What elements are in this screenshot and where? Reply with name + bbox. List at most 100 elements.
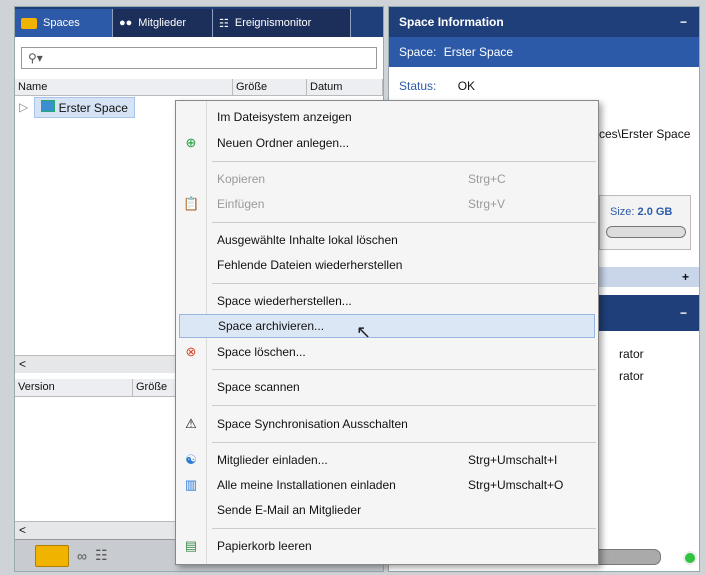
installation-icon: ▥ [184, 477, 198, 492]
menu-item-restore-missing[interactable]: Fehlende Dateien wiederherstellen [176, 253, 598, 277]
collapse-icon[interactable]: − [680, 7, 687, 37]
status-led-icon [683, 551, 697, 565]
menu-separator [212, 161, 596, 162]
folder-icon[interactable] [35, 544, 69, 567]
column-version-label: Version [18, 381, 55, 393]
plus-icon[interactable]: + [682, 270, 689, 284]
menu-item-invite-installations[interactable]: ▥ Alle meine Installationen einladen Strg+… [176, 473, 598, 497]
menu-item-label: Alle meine Installationen einladen [217, 478, 396, 492]
menu-item-label: Einfügen [217, 197, 265, 211]
menu-item-delete-space[interactable]: ⊗ Space löschen... [176, 340, 598, 364]
size-bar [606, 226, 686, 238]
size-label-text: Size: [610, 206, 635, 218]
member-role: rator [619, 369, 644, 383]
space-icon [41, 99, 56, 112]
trash-icon: ▤ [184, 538, 198, 553]
menu-item-label: Space wiederherstellen... [217, 294, 352, 308]
menu-item-label: Mitglieder einladen... [217, 453, 328, 467]
menu-item-label: Space Synchronisation Ausschalten [217, 417, 408, 431]
column-name[interactable]: Name [15, 79, 233, 96]
column-version[interactable]: Version [15, 379, 133, 396]
search-input[interactable]: ⚲▾ [21, 47, 377, 69]
menu-item-shortcut: Strg+Umschalt+I [468, 453, 558, 467]
invite-icon: ☯ [185, 452, 197, 467]
tree-row[interactable]: ▷ Erster Space [19, 96, 135, 118]
status-label: Status: [399, 79, 437, 93]
menu-item-label: Space archivieren... [218, 319, 325, 333]
tab-event-monitor-label: Ereignismonitor [234, 17, 312, 29]
menu-item-label: Kopieren [217, 172, 266, 186]
panel-header: Space Information − [389, 7, 699, 37]
search-icon: ⚲▾ [28, 51, 43, 65]
warning-icon: ⚠ [185, 416, 197, 431]
member-role: rator [619, 347, 644, 361]
members-icon[interactable]: ∞ [77, 548, 87, 564]
expand-arrow-icon[interactable]: ▷ [19, 100, 28, 114]
column-size-label: Größe [236, 81, 268, 93]
menu-item-archive-space[interactable]: Space archivieren... [179, 314, 595, 338]
menu-item-shortcut: Strg+V [468, 197, 506, 211]
size-label: Size: 2.0 GB [610, 206, 672, 218]
status-row: Status: OK [399, 79, 475, 93]
paste-icon: 📋 [183, 196, 200, 211]
tab-bar: Spaces ●● Mitglieder ☷ Ereignismonitor [15, 7, 383, 37]
event-monitor-icon[interactable]: ☷ [95, 547, 108, 564]
menu-item-empty-trash[interactable]: ▤ Papierkorb leeren [176, 534, 598, 558]
size-box: Size: 2.0 GB [599, 195, 691, 250]
space-name-row: Space: Erster Space [389, 37, 699, 67]
menu-item-restore-space[interactable]: Space wiederherstellen... [176, 289, 598, 313]
tree-row-label: Erster Space [58, 100, 128, 115]
column-size-2-label: Größe [136, 381, 168, 393]
collapse-icon[interactable]: − [680, 306, 687, 320]
menu-item-label: Fehlende Dateien wiederherstellen [217, 258, 403, 272]
menu-item-new-folder[interactable]: ⊕ Neuen Ordner anlegen... [176, 131, 598, 155]
menu-separator [212, 405, 596, 406]
scroll-left-icon[interactable]: < [19, 357, 26, 371]
menu-item-shortcut: Strg+C [468, 172, 506, 186]
menu-separator [212, 442, 596, 443]
status-value: OK [457, 79, 476, 93]
menu-item-shortcut: Strg+Umschalt+O [468, 478, 564, 492]
size-value: 2.0 GB [637, 206, 673, 218]
tab-spaces[interactable]: Spaces [15, 9, 113, 37]
menu-separator [212, 528, 596, 529]
menu-item-label: Ausgewählte Inhalte lokal löschen [217, 233, 398, 247]
tab-spaces-label: Spaces [43, 17, 80, 29]
menu-item-delete-local[interactable]: Ausgewählte Inhalte lokal löschen [176, 228, 598, 252]
tab-event-monitor[interactable]: ☷ Ereignismonitor [213, 9, 351, 37]
panel-title: Space Information [399, 15, 504, 29]
menu-separator [212, 283, 596, 284]
menu-item-label: Neuen Ordner anlegen... [217, 136, 350, 150]
menu-item-send-email[interactable]: Sende E-Mail an Mitglieder [176, 498, 598, 522]
column-name-label: Name [18, 81, 48, 93]
menu-separator [212, 369, 596, 370]
table-header: Name Größe Datum [15, 79, 383, 96]
menu-item-label: Im Dateisystem anzeigen [217, 110, 352, 124]
column-size[interactable]: Größe [233, 79, 307, 96]
menu-item-paste[interactable]: 📋 Einfügen Strg+V [176, 192, 598, 216]
path-value: ces\Erster Space [599, 127, 691, 141]
mouse-cursor-icon: ↖ [356, 322, 372, 342]
menu-item-show-in-filesystem[interactable]: Im Dateisystem anzeigen [176, 105, 598, 129]
menu-separator [212, 222, 596, 223]
space-value: Erster Space [443, 45, 514, 59]
space-label: Space: [399, 45, 437, 59]
menu-item-label: Space scannen [217, 380, 300, 394]
column-date-label: Datum [310, 81, 343, 93]
scroll-left-icon[interactable]: < [19, 523, 26, 537]
delete-icon: ⊗ [185, 344, 197, 359]
tab-members-label: Mitglieder [138, 17, 186, 29]
tab-members[interactable]: ●● Mitglieder [113, 9, 213, 37]
event-monitor-icon: ☷ [219, 17, 229, 30]
column-date[interactable]: Datum [307, 79, 383, 96]
menu-item-invite-members[interactable]: ☯ Mitglieder einladen... Strg+Umschalt+I [176, 448, 598, 472]
folder-icon [21, 17, 37, 29]
context-menu: Im Dateisystem anzeigen ⊕ Neuen Ordner an… [175, 100, 599, 565]
new-folder-icon: ⊕ [185, 135, 197, 150]
menu-item-scan-space[interactable]: Space scannen [176, 375, 598, 399]
members-icon: ●● [119, 17, 133, 29]
menu-item-label: Space löschen... [217, 345, 306, 359]
menu-item-copy[interactable]: Kopieren Strg+C [176, 167, 598, 191]
menu-item-label: Papierkorb leeren [217, 539, 312, 553]
menu-item-sync-off[interactable]: ⚠ Space Synchronisation Ausschalten [176, 412, 598, 436]
